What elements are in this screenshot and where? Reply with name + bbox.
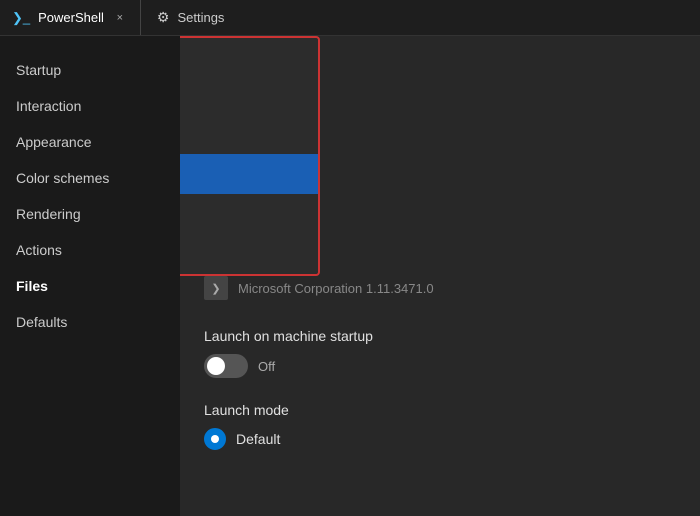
toggle-knob	[207, 357, 225, 375]
dropdown-item-ubuntu[interactable]: 🐧 Ubuntu	[180, 194, 318, 234]
launch-startup-toggle[interactable]	[204, 354, 248, 378]
profile-info-row: ❯ Microsoft Corporation 1.11.3471.0	[204, 276, 676, 300]
profile-terminal-icon: ❯	[204, 276, 228, 300]
dropdown-item-windows-powershell[interactable]: PS Windows PowerShell	[180, 38, 318, 78]
launch-mode-radio[interactable]	[204, 428, 226, 450]
sidebar-item-actions[interactable]: Actions	[0, 232, 180, 268]
tab-close-button[interactable]: ×	[112, 10, 128, 26]
sidebar-item-appearance[interactable]: Appearance	[0, 124, 180, 160]
sidebar-item-startup[interactable]: Startup	[0, 52, 180, 88]
launch-mode-radio-row: Default	[204, 428, 676, 450]
sidebar-item-defaults[interactable]: Defaults	[0, 304, 180, 340]
powershell-tab-icon: ❯_	[12, 10, 30, 26]
dropdown-item-azure-cloud-shell[interactable]: Azure Cloud Shell	[180, 114, 318, 154]
launch-mode-setting: Launch mode Default	[204, 402, 676, 450]
dropdown-item-ubuntu-1804[interactable]: 🐧 Ubuntu-18.04	[180, 234, 318, 274]
title-bar: ❯_ PowerShell × ⚙ Settings	[0, 0, 700, 36]
launch-startup-label: Launch on machine startup	[204, 328, 676, 344]
sidebar-item-rendering[interactable]: Rendering	[0, 196, 180, 232]
sidebar-item-color-schemes[interactable]: Color schemes	[0, 160, 180, 196]
settings-section: ❯ Microsoft Corporation 1.11.3471.0 Laun…	[204, 276, 676, 450]
dropdown-item-powershell[interactable]: PS PowerShell	[180, 154, 318, 194]
launch-mode-label: Launch mode	[204, 402, 676, 418]
powershell-tab[interactable]: ❯_ PowerShell ×	[0, 0, 141, 35]
sidebar-item-files[interactable]: Files	[0, 268, 180, 304]
gear-icon: ⚙	[157, 9, 170, 26]
main-layout: Startup Interaction Appearance Color sch…	[0, 36, 700, 516]
launch-startup-setting: Launch on machine startup Off	[204, 328, 676, 378]
radio-inner	[211, 435, 219, 443]
powershell-tab-label: PowerShell	[38, 10, 104, 25]
settings-tab[interactable]: ⚙ Settings	[141, 0, 241, 35]
settings-tab-label: Settings	[177, 10, 224, 25]
launch-startup-toggle-row: Off	[204, 354, 676, 378]
sidebar-item-interaction[interactable]: Interaction	[0, 88, 180, 124]
sidebar: Startup Interaction Appearance Color sch…	[0, 36, 180, 516]
content-area: PS Windows PowerShell Command Prompt Azu…	[180, 36, 700, 516]
dropdown-item-command-prompt[interactable]: Command Prompt	[180, 78, 318, 114]
launch-mode-value: Default	[236, 431, 280, 447]
profile-dropdown[interactable]: PS Windows PowerShell Command Prompt Azu…	[180, 36, 320, 276]
launch-startup-value: Off	[258, 359, 275, 374]
profile-info-text: Microsoft Corporation 1.11.3471.0	[238, 281, 434, 296]
